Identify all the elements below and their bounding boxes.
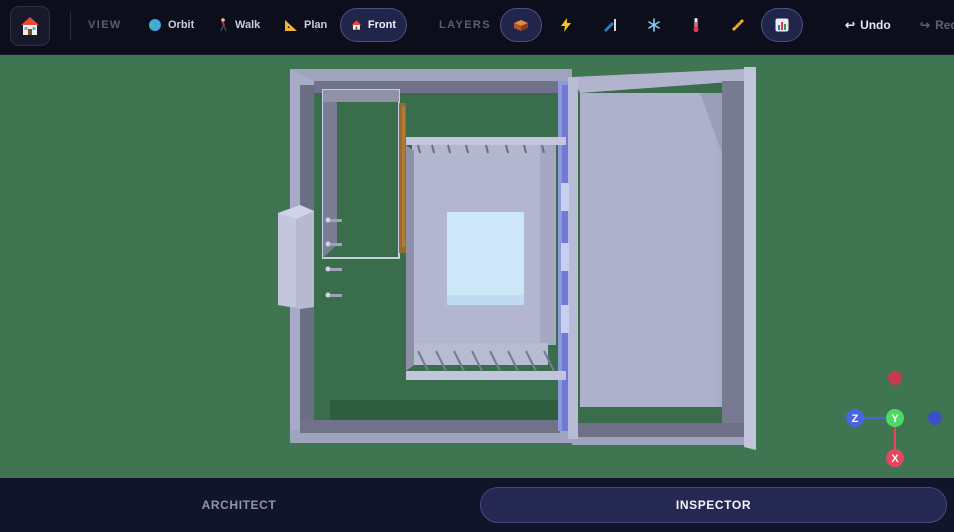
walk-button[interactable]: Walk	[207, 8, 270, 42]
axis-y-label: Y	[891, 413, 899, 425]
wooden-beam-shade	[402, 107, 405, 247]
toolbar-divider	[70, 12, 71, 40]
axis-x-handle: X	[886, 449, 904, 467]
lamp-icon	[604, 19, 616, 32]
layer-hvac-toggle[interactable]	[633, 8, 675, 42]
left-room-wall-north	[323, 90, 399, 102]
walking-person-icon	[220, 18, 227, 32]
right-room-wall-south-top	[572, 437, 744, 445]
axis-z-handle: Z	[846, 409, 864, 427]
redo-icon: ↪	[920, 18, 931, 32]
central-room-top-rail	[406, 137, 566, 145]
bottom-tab-bar: ARCHITECT INSPECTOR	[0, 478, 954, 532]
redo-label: Redo	[935, 18, 954, 32]
central-room-bottom-rail	[406, 371, 566, 380]
walk-label: Walk	[235, 19, 261, 31]
tab-architect[interactable]: ARCHITECT	[8, 487, 470, 523]
ruler-icon	[732, 19, 744, 31]
bar-chart-icon	[775, 18, 789, 32]
axis-x-negative-handle	[888, 371, 902, 385]
right-room-wall-east	[722, 81, 744, 437]
right-room-wall-south	[572, 423, 744, 437]
building-model	[278, 67, 756, 450]
layer-electrical-toggle[interactable]	[545, 8, 587, 42]
orbit-label: Orbit	[168, 19, 195, 31]
skylight	[447, 212, 524, 305]
redo-button[interactable]: ↪ Redo	[920, 8, 954, 42]
top-toolbar: VIEW Orbit Walk Plan Front LAYERS ↩ Undo…	[0, 0, 954, 55]
undo-icon: ↩	[845, 18, 856, 32]
central-room-east-shade	[540, 145, 556, 345]
outer-wall-south-inner	[300, 420, 560, 433]
layer-analytics-toggle[interactable]	[761, 8, 803, 42]
plan-label: Plan	[304, 19, 328, 31]
axis-x-label: X	[891, 453, 899, 465]
skylight-shade	[447, 295, 524, 305]
bricks-icon	[514, 20, 528, 31]
axis-z-label: Z	[852, 413, 859, 425]
divider-window-2	[561, 243, 569, 271]
axis-y-handle: Y	[886, 409, 904, 427]
central-room-west-shade	[406, 145, 414, 371]
3d-viewport[interactable]: Z Y X	[0, 55, 954, 478]
thermometer-icon	[693, 18, 699, 33]
snowflake-icon	[648, 18, 660, 32]
divider-wall-top	[568, 77, 578, 439]
axis-gizmo[interactable]: Z Y X	[840, 367, 950, 477]
front-button[interactable]: Front	[340, 8, 407, 42]
house-icon	[351, 20, 362, 30]
orbit-button[interactable]: Orbit	[138, 8, 204, 42]
floor-shadow	[330, 400, 560, 423]
undo-label: Undo	[860, 18, 891, 32]
layer-lighting-toggle[interactable]	[589, 8, 631, 42]
divider-window-1	[561, 183, 569, 211]
tab-inspector[interactable]: INSPECTOR	[480, 487, 947, 523]
right-room-floor	[580, 93, 716, 407]
left-room-wall-west	[323, 90, 337, 258]
exterior-box-side	[278, 213, 296, 307]
layers-section-label: LAYERS	[439, 19, 492, 31]
layer-structure-toggle[interactable]	[500, 8, 542, 42]
triangle-ruler-icon	[285, 20, 297, 31]
home-button[interactable]	[10, 6, 50, 46]
front-label: Front	[367, 19, 396, 31]
axis-z-negative-handle	[928, 411, 942, 425]
house-logo-icon	[21, 17, 39, 35]
divider-window-3	[561, 305, 569, 333]
globe-icon	[149, 19, 161, 31]
plan-button[interactable]: Plan	[274, 8, 337, 42]
layer-measure-toggle[interactable]	[717, 8, 759, 42]
undo-button[interactable]: ↩ Undo	[845, 8, 891, 42]
view-section-label: VIEW	[88, 19, 122, 31]
layer-thermal-toggle[interactable]	[675, 8, 717, 42]
lightning-icon	[561, 18, 571, 32]
right-room-wall-east-outer	[744, 67, 756, 450]
